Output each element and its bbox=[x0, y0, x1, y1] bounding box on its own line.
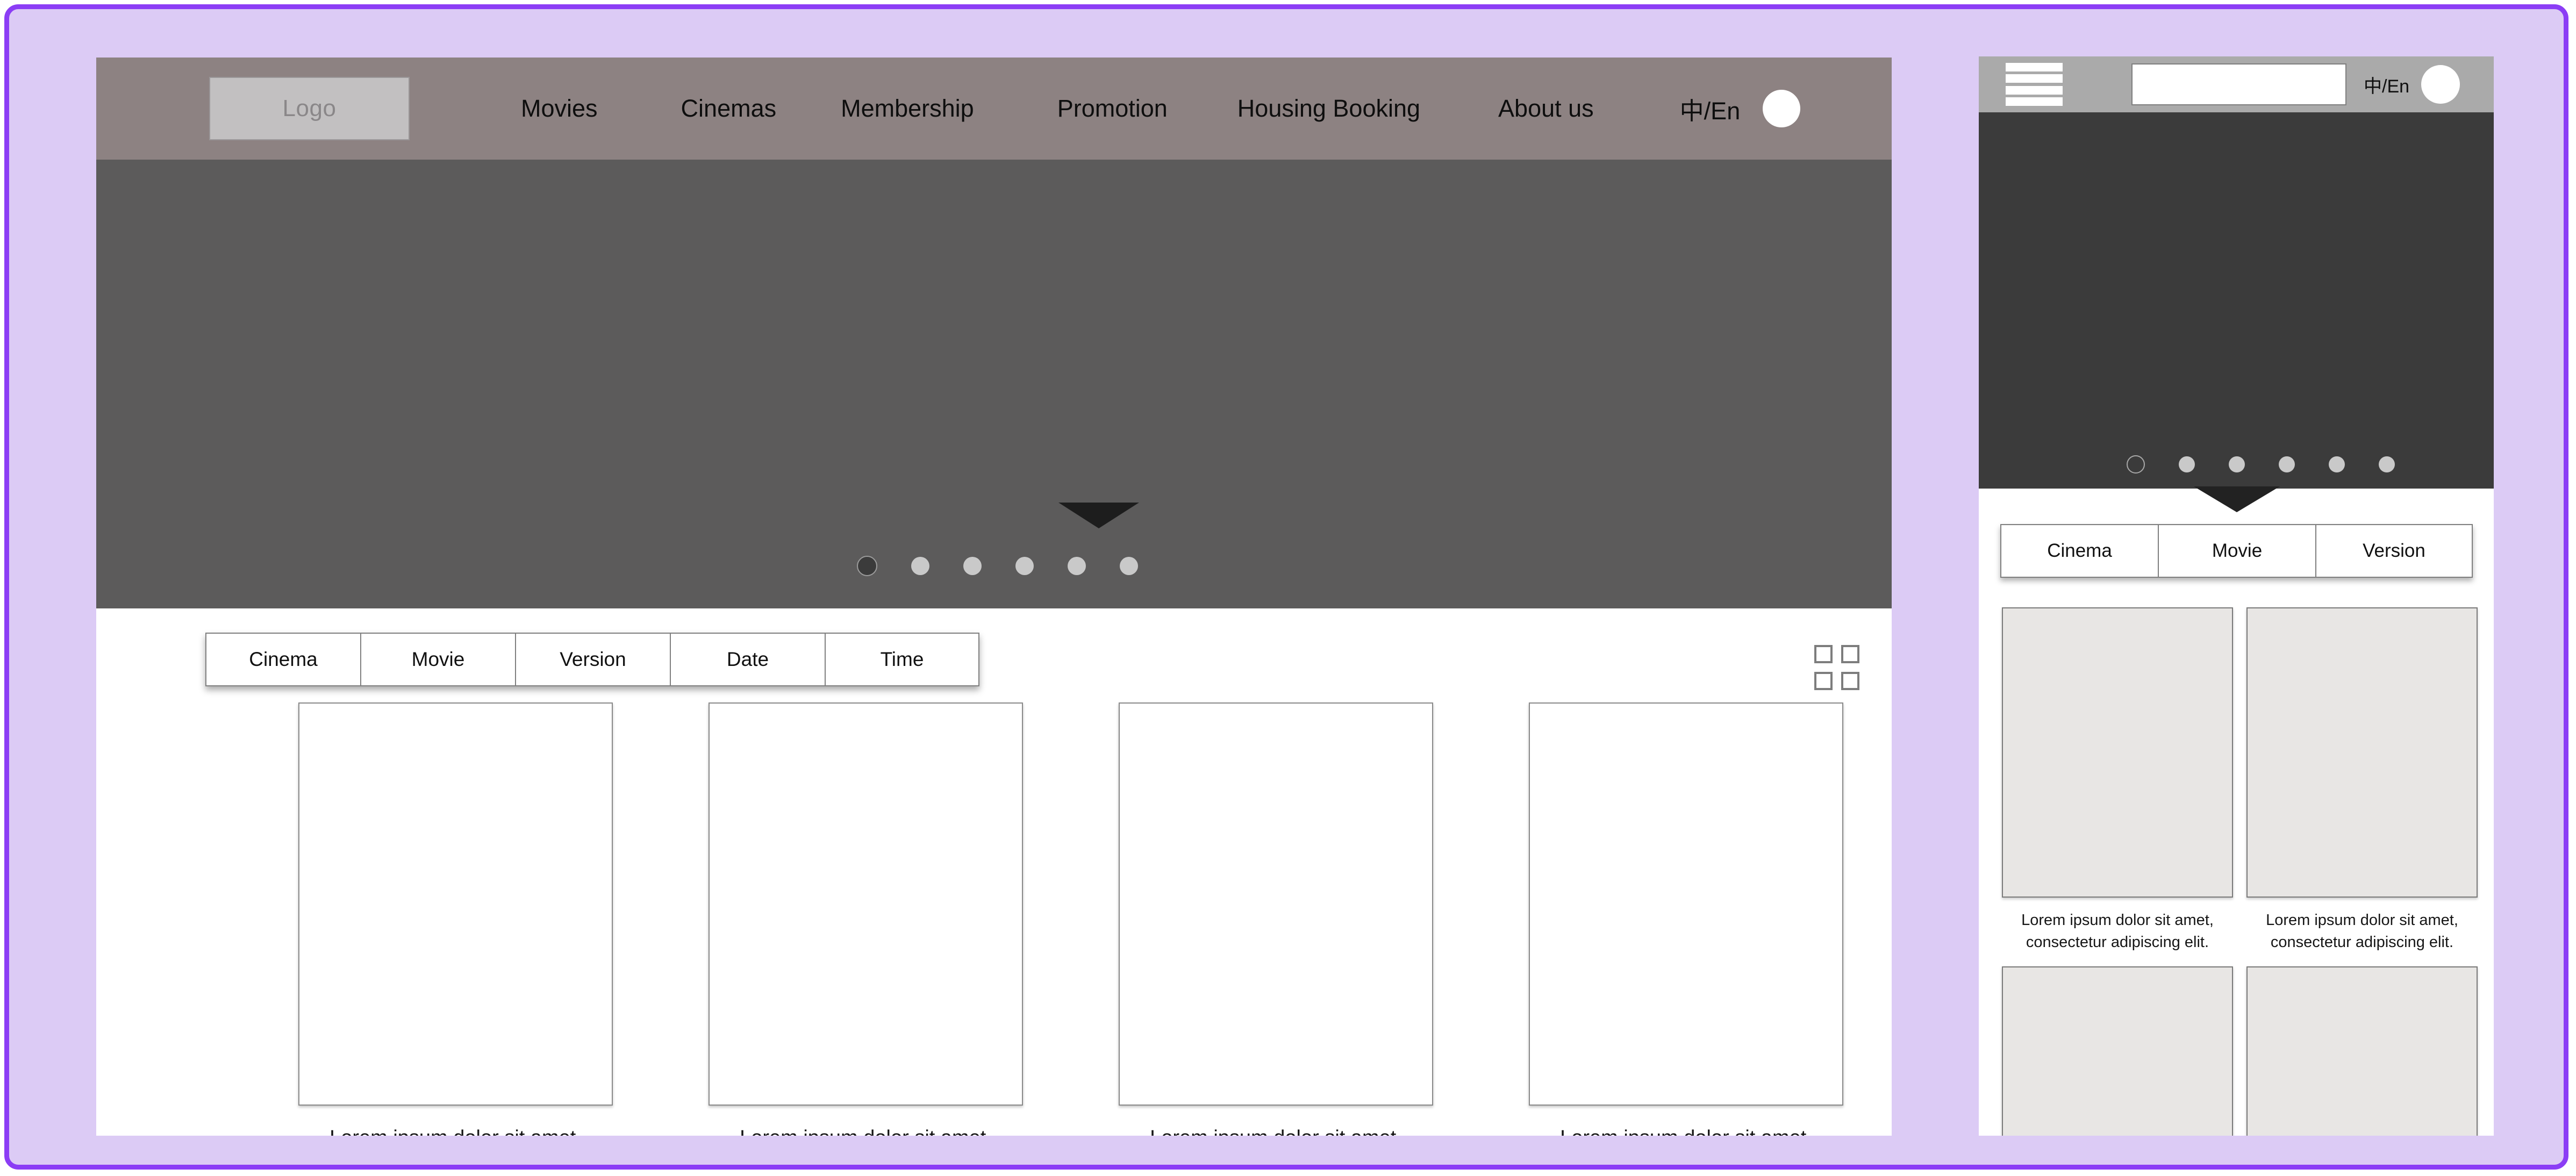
hamburger-bar-3 bbox=[2006, 85, 2063, 95]
filter-tab-group: Cinema Movie Version Date Time bbox=[205, 633, 979, 686]
grid-cell-1 bbox=[1814, 645, 1833, 663]
mobile-carousel-dot-1[interactable] bbox=[2127, 455, 2145, 474]
filter-tab-time[interactable]: Time bbox=[825, 633, 979, 686]
movie-poster-placeholder[interactable] bbox=[2246, 966, 2478, 1136]
mobile-carousel-dot-5[interactable] bbox=[2329, 456, 2345, 472]
mobile-carousel-dots bbox=[2127, 455, 2395, 474]
chevron-down-icon[interactable] bbox=[2194, 486, 2280, 512]
mobile-navbar: 中/En bbox=[1979, 56, 2494, 112]
carousel-dot-4[interactable] bbox=[1015, 557, 1034, 575]
logo-placeholder[interactable]: Logo bbox=[209, 77, 410, 140]
movie-poster-placeholder[interactable] bbox=[2002, 966, 2233, 1136]
caption-line-1: Lorem ipsum dolor sit amet, bbox=[2266, 912, 2458, 929]
movie-poster-placeholder[interactable] bbox=[2246, 607, 2478, 898]
filter-tab-cinema[interactable]: Cinema bbox=[205, 633, 360, 686]
mobile-hero-carousel[interactable] bbox=[1979, 112, 2494, 489]
filter-tab-version[interactable]: Version bbox=[515, 633, 670, 686]
mobile-movie-card-grid: Lorem ipsum dolor sit amet, consectetur … bbox=[1979, 607, 2494, 1136]
mobile-carousel-dot-2[interactable] bbox=[2179, 456, 2195, 472]
mobile-search-input[interactable] bbox=[2131, 63, 2346, 105]
grid-view-icon[interactable] bbox=[1814, 645, 1859, 690]
nav-item-about-us[interactable]: About us bbox=[1498, 95, 1594, 123]
movie-card-caption: Lorem ipsum dolor sit amet, consectetur … bbox=[1529, 1124, 1843, 1136]
mobile-carousel-dot-4[interactable] bbox=[2279, 456, 2295, 472]
mobile-carousel-dot-3[interactable] bbox=[2229, 456, 2245, 472]
hamburger-menu-icon[interactable] bbox=[2006, 63, 2063, 106]
hamburger-bar-4 bbox=[2006, 97, 2063, 106]
caption-line-2: consectetur adipiscing elit. bbox=[2270, 934, 2454, 951]
hero-carousel[interactable] bbox=[96, 160, 1892, 608]
nav-item-cinemas[interactable]: Cinemas bbox=[681, 95, 777, 123]
hamburger-bar-1 bbox=[2006, 63, 2063, 71]
caption-line-1: Lorem ipsum dolor sit amet, bbox=[1529, 1124, 1843, 1136]
mobile-mockup: 中/En Cinema Movie Version Lorem ipsum do… bbox=[1979, 56, 2494, 1136]
mobile-carousel-dot-6[interactable] bbox=[2379, 456, 2395, 472]
carousel-dot-3[interactable] bbox=[963, 557, 982, 575]
grid-cell-4 bbox=[1841, 672, 1859, 690]
movie-card[interactable]: Lorem ipsum dolor sit amet, consectetur … bbox=[298, 702, 613, 1136]
desktop-navbar: Logo Movies Cinemas Membership Promotion… bbox=[96, 58, 1892, 160]
mobile-filter-tab-cinema[interactable]: Cinema bbox=[2000, 524, 2158, 578]
mobile-movie-card[interactable]: Lorem ipsum dolor sit amet, consectetur … bbox=[2246, 607, 2478, 953]
user-avatar-icon[interactable] bbox=[1763, 90, 1801, 127]
user-avatar-icon[interactable] bbox=[2421, 65, 2460, 104]
movie-card-grid: Lorem ipsum dolor sit amet, consectetur … bbox=[96, 702, 1892, 1136]
movie-card[interactable]: Lorem ipsum dolor sit amet, consectetur … bbox=[709, 702, 1023, 1136]
carousel-dot-1[interactable] bbox=[857, 556, 877, 576]
wireframe-canvas: Logo Movies Cinemas Membership Promotion… bbox=[4, 4, 2568, 1170]
desktop-mockup: Logo Movies Cinemas Membership Promotion… bbox=[96, 58, 1892, 1136]
caption-line-1: Lorem ipsum dolor sit amet, bbox=[298, 1124, 613, 1136]
nav-item-promotion[interactable]: Promotion bbox=[1057, 95, 1168, 123]
mobile-movie-card-caption: Lorem ipsum dolor sit amet, consectetur … bbox=[2246, 909, 2478, 953]
caption-line-1: Lorem ipsum dolor sit amet, bbox=[709, 1124, 1023, 1136]
movie-poster-placeholder[interactable] bbox=[709, 702, 1023, 1106]
movie-card-caption: Lorem ipsum dolor sit amet, consectetur … bbox=[1119, 1124, 1433, 1136]
mobile-filter-tab-version[interactable]: Version bbox=[2315, 524, 2473, 578]
nav-item-housing-booking[interactable]: Housing Booking bbox=[1237, 95, 1420, 123]
carousel-dot-2[interactable] bbox=[911, 557, 929, 575]
nav-item-movies[interactable]: Movies bbox=[521, 95, 598, 123]
mobile-language-toggle[interactable]: 中/En bbox=[2364, 71, 2409, 98]
mobile-filter-tab-movie[interactable]: Movie bbox=[2158, 524, 2315, 578]
movie-poster-placeholder[interactable] bbox=[1119, 702, 1433, 1106]
movie-card-caption: Lorem ipsum dolor sit amet, consectetur … bbox=[298, 1124, 613, 1136]
carousel-dots bbox=[857, 556, 1138, 576]
filter-tab-date[interactable]: Date bbox=[670, 633, 825, 686]
movie-card[interactable]: Lorem ipsum dolor sit amet, consectetur … bbox=[1119, 702, 1433, 1136]
movie-poster-placeholder[interactable] bbox=[1529, 702, 1843, 1106]
mobile-movie-card[interactable] bbox=[2002, 966, 2233, 1136]
caption-line-1: Lorem ipsum dolor sit amet, bbox=[1119, 1124, 1433, 1136]
carousel-dot-6[interactable] bbox=[1120, 557, 1138, 575]
mobile-movie-card-caption: Lorem ipsum dolor sit amet, consectetur … bbox=[2002, 909, 2233, 953]
caption-line-1: Lorem ipsum dolor sit amet, bbox=[2021, 912, 2214, 929]
movie-poster-placeholder[interactable] bbox=[2002, 607, 2233, 898]
caption-line-2: consectetur adipiscing elit. bbox=[2026, 934, 2209, 951]
movie-poster-placeholder[interactable] bbox=[298, 702, 613, 1106]
mobile-movie-card[interactable] bbox=[2246, 966, 2478, 1136]
carousel-dot-5[interactable] bbox=[1068, 557, 1086, 575]
desktop-nav-links: Movies Cinemas Membership Promotion Hous… bbox=[419, 58, 1801, 160]
hamburger-bar-2 bbox=[2006, 74, 2063, 83]
grid-cell-2 bbox=[1841, 645, 1859, 663]
language-toggle[interactable]: 中/En bbox=[1680, 91, 1741, 126]
movie-card-caption: Lorem ipsum dolor sit amet, consectetur … bbox=[709, 1124, 1023, 1136]
filter-bar: Cinema Movie Version Date Time bbox=[96, 608, 1892, 705]
nav-item-membership[interactable]: Membership bbox=[841, 95, 974, 123]
mobile-movie-card[interactable]: Lorem ipsum dolor sit amet, consectetur … bbox=[2002, 607, 2233, 953]
movie-card[interactable]: Lorem ipsum dolor sit amet, consectetur … bbox=[1529, 702, 1843, 1136]
filter-tab-movie[interactable]: Movie bbox=[360, 633, 515, 686]
grid-cell-3 bbox=[1814, 672, 1833, 690]
mobile-filter-tab-group: Cinema Movie Version bbox=[2000, 524, 2473, 578]
chevron-down-icon[interactable] bbox=[1058, 503, 1139, 528]
